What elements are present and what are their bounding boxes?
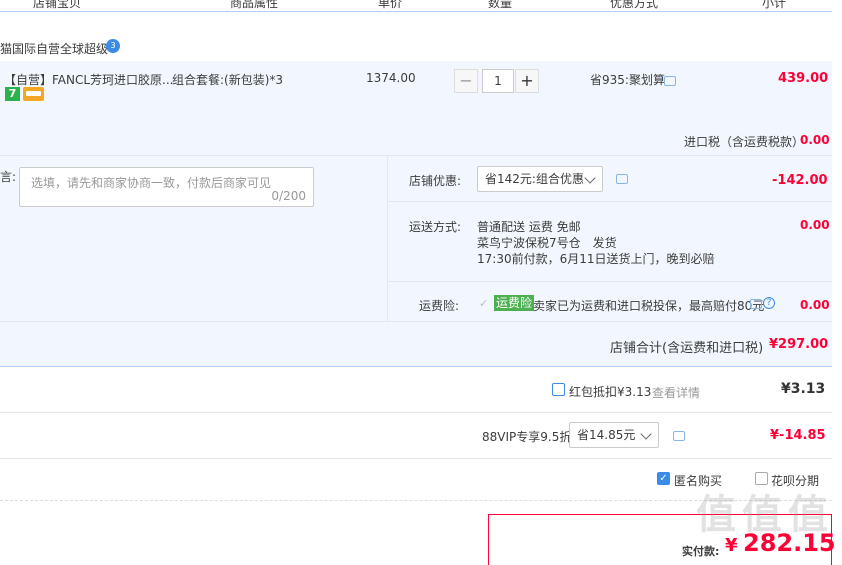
item-price: 1374.00: [366, 71, 416, 85]
insurance-description: 卖家已为运费和进口税投保，最高赔付80元: [533, 299, 765, 313]
seven-day-return-icon: 7: [5, 87, 20, 101]
shop-total-label: 店铺合计(含运费和进口税): [610, 341, 764, 356]
section-divider: [387, 156, 388, 322]
message-label: 言:: [0, 170, 17, 184]
import-tax-value: 0.00: [800, 133, 830, 147]
watermark-logo: 值 值 值: [696, 492, 828, 538]
chevron-down-icon: [584, 172, 596, 184]
redpacket-value: ¥3.13: [781, 381, 826, 397]
column-header: 店铺宝贝 商品属性 单价 数量 优惠方式 小计: [0, 0, 832, 12]
item-row: 【自营】FANCL芳珂进口胶原... 7 组合套餐:(新包装)*3 1374.0…: [0, 61, 832, 155]
shop-discount-selected: 省142元:组合优惠: [485, 172, 584, 186]
column-price: 单价: [378, 0, 403, 10]
redpacket-checkbox[interactable]: [552, 383, 565, 396]
column-shop-items: 店铺宝贝: [33, 0, 82, 10]
redpacket-details-link[interactable]: 查看详情: [652, 384, 700, 401]
insurance-value: 0.00: [800, 298, 830, 312]
row-divider: [388, 281, 832, 282]
quantity-input[interactable]: 1: [482, 69, 514, 93]
shop-discount-label: 店铺优惠:: [409, 174, 462, 188]
checkmark-icon: ✓: [479, 297, 489, 310]
insurance-info-icon[interactable]: [750, 299, 762, 309]
credit-card-icon: [23, 87, 44, 101]
column-subtotal: 小计: [762, 0, 787, 10]
vip-value: ¥-14.85: [770, 428, 826, 443]
help-icon[interactable]: ?: [763, 297, 775, 309]
divider: [0, 412, 832, 413]
item-title[interactable]: 【自营】FANCL芳珂进口胶原...: [4, 71, 174, 88]
wangwang-chat-icon[interactable]: 3: [106, 39, 120, 53]
quantity-decrease-button[interactable]: −: [454, 69, 478, 93]
pay-label: 实付款:: [682, 545, 720, 558]
anonymous-checkbox[interactable]: ✓: [657, 472, 670, 485]
shop-discount-info-icon[interactable]: [616, 174, 628, 184]
insurance-tag: 运费险: [494, 295, 535, 311]
shop-discount-select[interactable]: 省142元:组合优惠: [477, 166, 603, 192]
shop-total-value: ¥297.00: [769, 337, 829, 352]
shipping-line-3: 17:30前付款，6月11日送货上门，晚到必赔: [477, 252, 715, 266]
chevron-down-icon: [640, 428, 652, 440]
vip-discount-selected: 省14.85元: [577, 428, 636, 442]
message-placeholder: 选填，请先和商家协商一致，付款后商家可见: [31, 176, 272, 190]
shop-total-row: 店铺合计(含运费和进口税) ¥297.00: [0, 321, 832, 367]
shipping-value: 0.00: [800, 218, 830, 232]
item-discount: 省935:聚划算: [590, 73, 665, 87]
insurance-label: 运费险:: [419, 299, 460, 313]
row-divider: [388, 201, 832, 202]
shipping-line-2: 菜鸟宁波保税7号仓 发货: [477, 236, 617, 250]
order-options: 言: 选填，请先和商家协商一致，付款后商家可见 0/200 店铺优惠: 省142…: [0, 155, 832, 322]
shipping-line-1: 普通配送 运费 免邮: [477, 220, 581, 234]
column-attributes: 商品属性: [230, 0, 279, 10]
divider: [0, 458, 832, 459]
shipping-label: 运送方式:: [409, 220, 462, 234]
discount-info-icon[interactable]: [664, 76, 676, 86]
shop-name[interactable]: 猫国际自营全球超级: [0, 40, 108, 57]
message-textarea[interactable]: 选填，请先和商家协商一致，付款后商家可见 0/200: [19, 167, 314, 207]
vip-info-icon[interactable]: [673, 431, 685, 441]
vip-discount-select[interactable]: 省14.85元: [569, 422, 659, 448]
column-quantity: 数量: [488, 0, 513, 10]
import-tax-label: 进口税（含运费税款）: [684, 135, 805, 149]
vip-label: 88VIP专享9.5折: [482, 430, 572, 444]
quantity-increase-button[interactable]: +: [515, 69, 539, 93]
message-counter: 0/200: [271, 189, 306, 203]
item-attributes: 组合套餐:(新包装)*3: [172, 73, 284, 87]
redpacket-label: 红包抵扣¥3.13: [569, 385, 652, 399]
shop-discount-value: -142.00: [772, 173, 828, 188]
column-discount: 优惠方式: [610, 0, 659, 10]
item-subtotal: 439.00: [778, 71, 829, 86]
